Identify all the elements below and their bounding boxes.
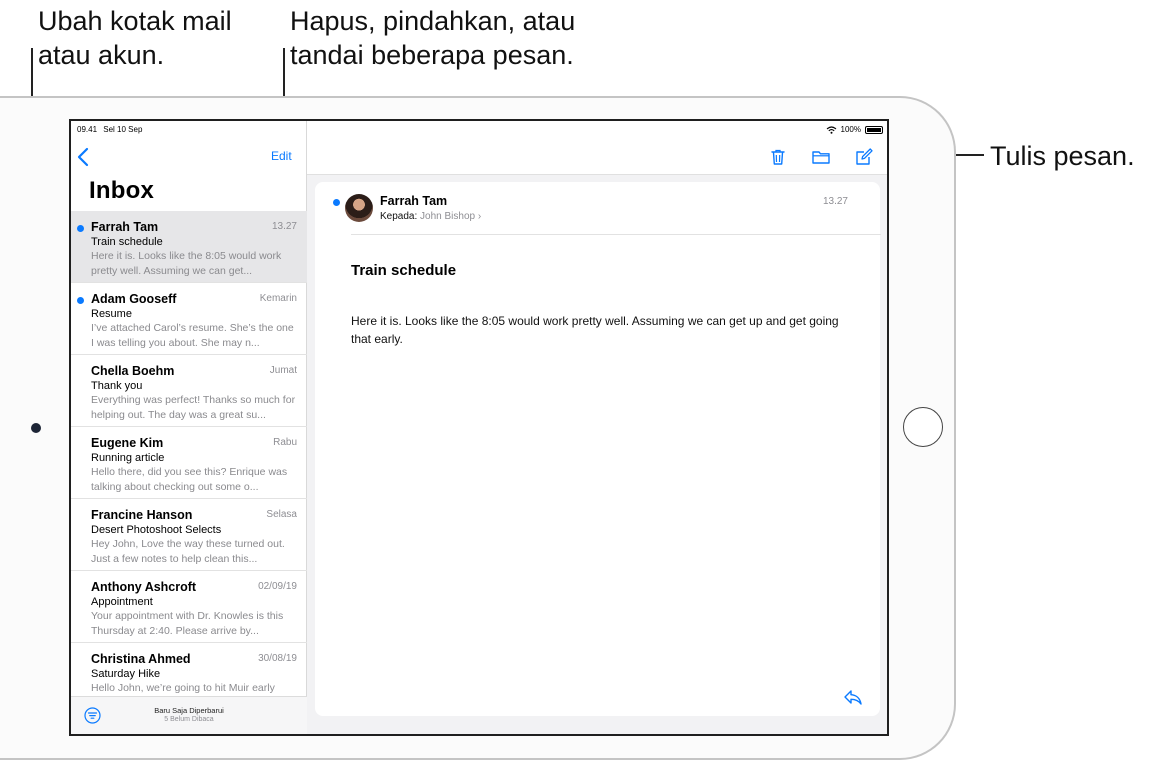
front-camera [31,423,41,433]
mail-sender: Farrah Tam [91,220,159,234]
mail-date: Selasa [266,509,297,520]
reply-icon[interactable] [842,688,864,706]
status-date: Sel 10 Sep [103,125,143,134]
message-toolbar: 100% [307,121,887,175]
mail-preview: I’ve attached Carol’s resume. She’s the … [91,322,294,349]
back-chevron-icon[interactable] [75,146,93,168]
message-time: 13.27 [822,196,848,207]
mail-date: Kemarin [259,293,297,304]
callout-mailbox: Ubah kotak mail atau akun. [38,4,232,72]
mail-preview: Hey John, Love the way these turned out.… [91,538,285,565]
mail-item[interactable]: Eugene Kim Rabu Running article Hello th… [71,427,307,499]
folder-icon[interactable] [811,147,831,167]
page-title: Inbox [89,177,154,204]
mail-date: Rabu [273,437,297,448]
mail-sender: Chella Boehm [91,364,175,378]
wifi-icon [826,125,836,134]
recipient-label: Kepada: [380,211,418,222]
mail-preview: Hello there, did you see this? Enrique w… [91,466,288,493]
battery-icon [865,125,883,134]
callout-multi-line1: Hapus, pindahkan, atau [290,6,576,36]
unread-dot-icon [77,225,84,232]
mail-item[interactable]: Chella Boehm Jumat Thank you Everything … [71,355,307,427]
mail-sender: Eugene Kim [91,436,164,450]
message-sender: Farrah Tam [380,194,448,208]
callout-multi-line2: tandai beberapa pesan. [290,40,574,70]
unread-dot-icon [77,297,84,304]
mail-preview: Your appointment with Dr. Knowles is thi… [91,610,284,637]
mail-date: 02/09/19 [258,581,297,592]
callout-mailbox-line1: Ubah kotak mail [38,6,232,36]
status-bar-right: 100% [826,125,883,134]
mail-date: 13.27 [271,221,297,232]
mail-subject: Thank you [91,380,143,392]
update-status: Baru Saja Diperbarui [154,706,224,715]
callout-mailbox-line2: atau akun. [38,40,165,70]
unread-dot-icon [333,199,340,206]
divider [351,234,881,235]
mail-item[interactable]: Francine Hanson Selasa Desert Photoshoot… [71,499,307,571]
mail-preview: Everything was perfect! Thanks so much f… [91,394,296,421]
mail-item[interactable]: Farrah Tam 13.27 Train schedule Here it … [71,211,307,283]
mail-subject: Desert Photoshoot Selects [91,524,222,536]
mailbox-footer: Baru Saja Diperbarui 5 Belum Dibaca [71,696,307,734]
battery-percent: 100% [840,125,861,134]
compose-icon[interactable] [854,147,874,167]
message-pane: 100% Farrah Tam Kepada: John Bishop › 13… [307,121,887,734]
status-bar-left: 09.41 Sel 10 Sep [77,125,142,134]
mail-subject: Saturday Hike [91,668,161,680]
message-body: Here it is. Looks like the 8:05 would wo… [351,314,839,346]
callout-multi: Hapus, pindahkan, atau tandai beberapa p… [290,4,575,72]
callout-compose: Tulis pesan. [990,141,1135,171]
avatar [345,194,373,222]
trash-icon[interactable] [768,147,788,167]
mail-subject: Resume [91,308,132,320]
edit-button[interactable]: Edit [271,149,292,163]
mail-date: Jumat [269,365,297,376]
mail-subject: Running article [91,452,165,464]
mail-item[interactable]: Adam Gooseff Kemarin Resume I’ve attache… [71,283,307,355]
recipient-name: John Bishop [420,211,476,222]
mail-preview: Here it is. Looks like the 8:05 would wo… [91,250,282,277]
home-button[interactable] [903,407,943,447]
mail-subject: Train schedule [91,236,163,248]
mailbox-pane: 09.41 Sel 10 Sep Edit Inbox Farrah Tam 1… [71,121,307,734]
message-recipient[interactable]: Kepada: John Bishop › [380,211,481,222]
message-subject: Train schedule [351,262,457,279]
mail-subject: Appointment [91,596,153,608]
mail-date: 30/08/19 [258,653,297,664]
chevron-right-icon: › [477,211,482,222]
ipad-screen: 09.41 Sel 10 Sep Edit Inbox Farrah Tam 1… [69,119,889,736]
status-time: 09.41 [77,125,98,134]
unread-count: 5 Belum Dibaca [164,716,214,723]
message-card: Farrah Tam Kepada: John Bishop › 13.27 T… [315,182,881,716]
mail-list: Farrah Tam 13.27 Train schedule Here it … [71,211,307,715]
mail-item[interactable]: Anthony Ashcroft 02/09/19 Appointment Yo… [71,571,307,643]
